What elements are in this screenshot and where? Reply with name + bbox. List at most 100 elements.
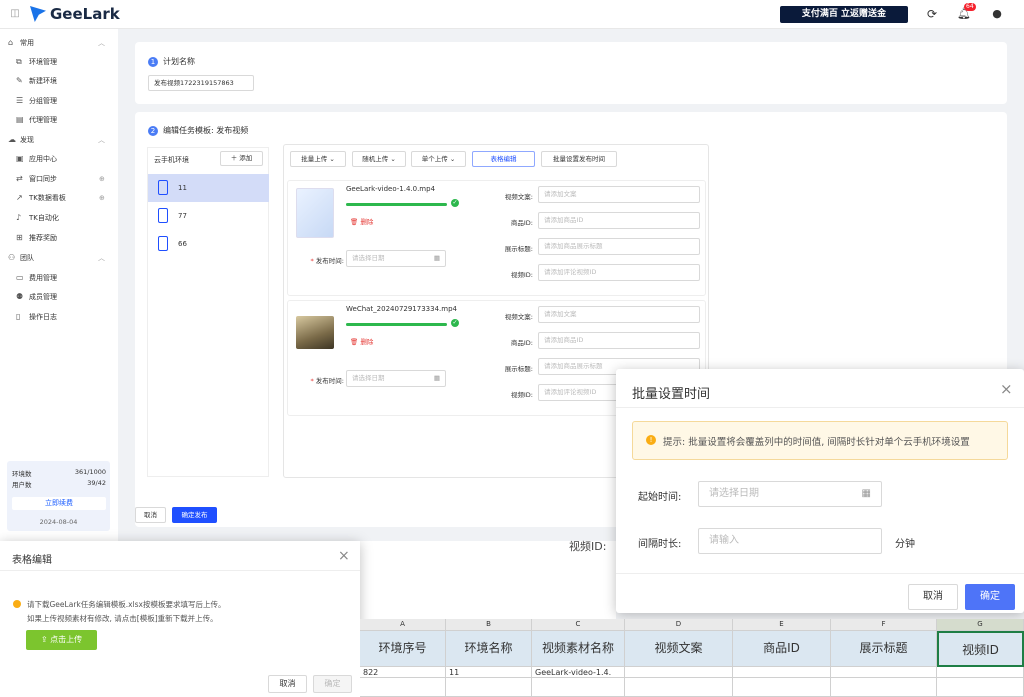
modal-cancel-button[interactable]: 取消 bbox=[908, 584, 958, 610]
sidebar-item-env-manage[interactable]: ⧉ 环境管理 bbox=[0, 53, 118, 71]
header-cell[interactable]: 环境名称 bbox=[446, 631, 532, 667]
document-icon: ▯ bbox=[16, 312, 21, 321]
header-cell-selected[interactable]: 视频ID bbox=[937, 631, 1024, 667]
header-cell[interactable]: 视频文案 bbox=[625, 631, 733, 667]
sidebar-item-proxy-manage[interactable]: ▤ 代理管理 bbox=[0, 111, 118, 129]
sidebar-section-team[interactable]: ⚇ 团队 ︿ bbox=[0, 249, 118, 267]
column-letter-selected[interactable]: G bbox=[937, 619, 1024, 631]
table-cell[interactable] bbox=[733, 667, 831, 678]
product-id-input[interactable]: 请添加商品ID bbox=[538, 332, 700, 349]
sidebar-item-window-sync[interactable]: ⇄ 窗口同步 ⊕ bbox=[0, 170, 118, 188]
modal-ok-button[interactable]: 确定 bbox=[965, 584, 1015, 610]
edit-icon: ✎ bbox=[16, 76, 23, 85]
modal-cancel-button[interactable]: 取消 bbox=[268, 675, 307, 693]
single-upload-dropdown[interactable]: 单个上传 ⌄ bbox=[411, 151, 466, 167]
header-cell[interactable]: 环境序号 bbox=[360, 631, 446, 667]
table-cell[interactable]: 11 bbox=[446, 667, 532, 678]
sidebar-toggle-icon[interactable]: ◫ bbox=[8, 7, 22, 21]
start-date-picker[interactable]: 请选择日期 ▦ bbox=[698, 481, 882, 507]
add-env-button[interactable]: ＋ 添加 bbox=[220, 151, 263, 166]
sidebar-item-billing[interactable]: ▭ 费用管理 bbox=[0, 269, 118, 287]
batch-publish-time-button[interactable]: 批量设置发布时间 bbox=[541, 151, 617, 167]
sidebar-item-referral[interactable]: ⊞ 推荐奖励 bbox=[0, 229, 118, 247]
header-cell[interactable]: 展示标题 bbox=[831, 631, 937, 667]
video-id-input[interactable]: 请添加评论视频ID bbox=[538, 264, 700, 281]
refresh-icon[interactable]: ⟳ bbox=[925, 7, 939, 21]
table-cell[interactable] bbox=[937, 678, 1024, 697]
sidebar-item-tk-automation[interactable]: ♪ TK自动化 bbox=[0, 209, 118, 227]
check-icon: ✓ bbox=[451, 199, 459, 207]
publish-date-picker[interactable]: 请选择日期 ▦ bbox=[346, 250, 446, 267]
column-letter[interactable]: A bbox=[360, 619, 446, 631]
table-cell[interactable]: 822 bbox=[360, 667, 446, 678]
table-cell[interactable] bbox=[532, 678, 625, 697]
table-edit-button[interactable]: 表格编辑 bbox=[472, 151, 535, 167]
caption-input[interactable]: 请添加文案 bbox=[538, 306, 700, 323]
step-number: 1 bbox=[148, 56, 158, 67]
delete-video-button[interactable]: 🗑︎ 删除 bbox=[350, 336, 373, 346]
product-id-input[interactable]: 请添加商品ID bbox=[538, 212, 700, 229]
column-letter[interactable]: F bbox=[831, 619, 937, 631]
sidebar-item-tk-dashboard[interactable]: ↗ TK数据看板 ⊕ bbox=[0, 189, 118, 207]
table-cell[interactable] bbox=[360, 678, 446, 697]
header-cell[interactable]: 视频素材名称 bbox=[532, 631, 625, 667]
cloud-icon: ☁ bbox=[8, 135, 16, 144]
upload-icon: ⇪ bbox=[40, 635, 51, 644]
brand-logo: GeeLark bbox=[30, 5, 120, 23]
sidebar-section-common[interactable]: ⌂ 常用 ︿ bbox=[0, 34, 118, 52]
batch-time-modal: 批量设置时间 × ! 提示: 批量设置将会覆盖列中的时间值, 间隔时长针对单个云… bbox=[616, 369, 1024, 613]
divider bbox=[0, 570, 360, 571]
user-icon[interactable]: ● bbox=[990, 7, 1004, 21]
table-cell[interactable] bbox=[733, 678, 831, 697]
close-icon[interactable]: × bbox=[338, 548, 350, 564]
batch-upload-dropdown[interactable]: 批量上传 ⌄ bbox=[290, 151, 346, 167]
table-cell[interactable] bbox=[446, 678, 532, 697]
plan-name-input[interactable]: 发布视频1722319157863 bbox=[148, 75, 254, 91]
sidebar-section-discover[interactable]: ☁ 发现 ︿ bbox=[0, 131, 118, 149]
cancel-button[interactable]: 取消 bbox=[135, 507, 166, 523]
calendar-icon: ▦ bbox=[433, 374, 440, 382]
sidebar-item-members[interactable]: ⚉ 成员管理 bbox=[0, 288, 118, 306]
env-item[interactable]: 66 bbox=[148, 230, 269, 258]
column-letter[interactable]: E bbox=[733, 619, 831, 631]
column-letter[interactable]: C bbox=[532, 619, 625, 631]
column-letter[interactable]: D bbox=[625, 619, 733, 631]
env-item-selected[interactable]: 11 bbox=[148, 174, 269, 202]
start-date-placeholder: 请选择日期 bbox=[709, 488, 759, 499]
confirm-publish-button[interactable]: 确定发布 bbox=[172, 507, 217, 523]
modal-ok-button-disabled[interactable]: 确定 bbox=[313, 675, 352, 693]
info-icon bbox=[13, 600, 21, 608]
step-number: 2 bbox=[148, 125, 158, 136]
random-upload-dropdown[interactable]: 随机上传 ⌄ bbox=[352, 151, 406, 167]
promo-banner[interactable]: 支付满百 立返赠送金 bbox=[780, 6, 908, 23]
table-cell[interactable] bbox=[625, 667, 733, 678]
sidebar-item-app-center[interactable]: ▣ 应用中心 bbox=[0, 150, 118, 168]
step-2-header: 2 编辑任务模板: 发布视频 bbox=[148, 125, 248, 136]
table-cell[interactable] bbox=[831, 678, 937, 697]
instruction-line-2: 如果上传视频素材有修改, 请点击[模板]重新下载并上传。 bbox=[27, 614, 218, 623]
env-item[interactable]: 77 bbox=[148, 202, 269, 230]
table-cell[interactable]: GeeLark-video-1.4. bbox=[532, 667, 625, 678]
upload-button[interactable]: ⇪ 点击上传 bbox=[26, 630, 97, 650]
display-title-input[interactable]: 请添加商品展示标题 bbox=[538, 238, 700, 255]
column-letter[interactable]: B bbox=[446, 619, 532, 631]
step-1-header: 1 计划名称 bbox=[148, 56, 195, 67]
table-cell[interactable] bbox=[937, 667, 1024, 678]
sidebar-item-logs[interactable]: ▯ 操作日志 bbox=[0, 308, 118, 326]
header-cell[interactable]: 商品ID bbox=[733, 631, 831, 667]
table-cell[interactable] bbox=[831, 667, 937, 678]
sidebar-item-group-manage[interactable]: ☰ 分组管理 bbox=[0, 92, 118, 110]
interval-input[interactable]: 请输入 bbox=[698, 528, 882, 554]
publish-date-picker[interactable]: 请选择日期 ▦ bbox=[346, 370, 446, 387]
caption-input[interactable]: 请添加文案 bbox=[538, 186, 700, 203]
chevron-down-icon: ⌄ bbox=[329, 155, 335, 163]
renew-button[interactable]: 立即续费 bbox=[12, 497, 106, 510]
table-cell[interactable] bbox=[625, 678, 733, 697]
list-icon: ☰ bbox=[16, 96, 24, 105]
delete-video-button[interactable]: 🗑︎ 删除 bbox=[350, 216, 373, 226]
chevron-down-icon: ⌄ bbox=[449, 155, 456, 163]
close-icon[interactable]: × bbox=[1000, 380, 1013, 398]
video-thumbnail bbox=[296, 188, 334, 238]
upload-progress bbox=[346, 203, 447, 206]
sidebar-item-new-env[interactable]: ✎ 新建环境 bbox=[0, 72, 118, 90]
